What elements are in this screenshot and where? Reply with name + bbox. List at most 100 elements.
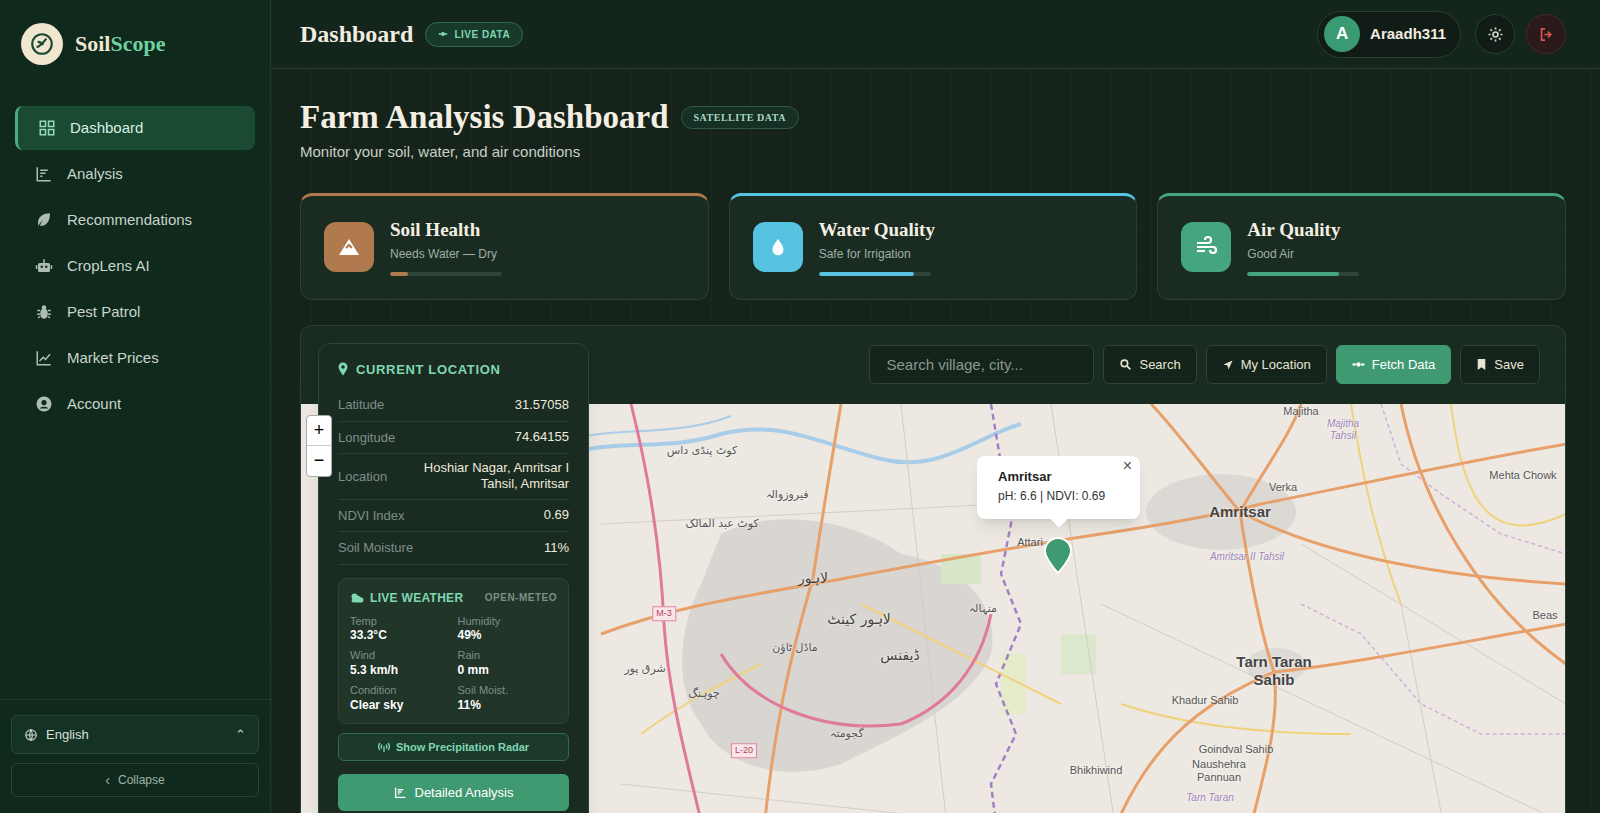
- user-name: Araadh311: [1370, 23, 1446, 46]
- status-card-fill: [819, 272, 914, 276]
- map-label: Majitha: [1283, 405, 1318, 419]
- logout-icon: [1538, 26, 1555, 43]
- location-row-value: 11%: [544, 540, 569, 556]
- leaf-icon: [35, 211, 53, 229]
- map-label: Naushehra Pannuan: [1183, 758, 1255, 786]
- page-title: Farm Analysis Dashboard: [300, 97, 669, 137]
- map-label: L-20: [731, 743, 757, 759]
- language-label: English: [46, 725, 227, 745]
- detailed-analysis-button[interactable]: Detailed Analysis: [338, 774, 569, 811]
- weather-item-label: Rain: [458, 649, 558, 663]
- sidebar-item[interactable]: Pest Patrol: [15, 290, 255, 334]
- zoom-in-button[interactable]: +: [307, 416, 331, 446]
- toolbar-button[interactable]: My Location: [1206, 345, 1327, 384]
- toolbar-button-label: My Location: [1241, 355, 1311, 375]
- map-label: کوٹ عبد المالک: [685, 515, 758, 532]
- sidebar-item[interactable]: CropLens AI: [15, 244, 255, 288]
- weather-item-value: Clear sky: [350, 698, 450, 713]
- sidebar-item-label: Account: [67, 393, 121, 416]
- toolbar-button[interactable]: Fetch Data: [1336, 345, 1452, 384]
- sidebar-item-label: Recommendations: [67, 209, 192, 232]
- user-pill[interactable]: A Araadh311: [1317, 11, 1461, 58]
- chevron-up-icon: ⌃: [235, 725, 246, 745]
- weather-item: ConditionClear sky: [350, 684, 450, 713]
- status-card-icon-box: [324, 222, 374, 272]
- weather-item-label: Soil Moist.: [458, 684, 558, 698]
- status-card-fill: [1247, 272, 1339, 276]
- sidebar-item-label: Market Prices: [67, 347, 159, 370]
- status-cards: Soil HealthNeeds Water — DryWater Qualit…: [300, 193, 1566, 300]
- bug-icon: [35, 303, 53, 321]
- sidebar-nav: Dashboard Analysis Recommendations CropLens…: [0, 88, 270, 426]
- status-card-title: Soil Health: [390, 218, 502, 242]
- navigation-icon: [1222, 359, 1234, 371]
- logout-button[interactable]: [1526, 14, 1566, 54]
- map-label: فیروزوالہ: [766, 486, 809, 503]
- gear-icon: [1487, 26, 1504, 43]
- weather-item-value: 5.3 km/h: [350, 663, 450, 678]
- sidebar-item[interactable]: Market Prices: [15, 336, 255, 380]
- satellite-badge: SATELLITE DATA: [681, 106, 799, 129]
- toolbar-button[interactable]: Search: [1103, 345, 1196, 384]
- location-row: Longitude74.64155: [338, 422, 569, 455]
- location-row-value: 31.57058: [515, 397, 569, 413]
- sidebar-item[interactable]: Recommendations: [15, 198, 255, 242]
- language-select[interactable]: English ⌃: [11, 715, 259, 754]
- logo[interactable]: SoilScope: [0, 0, 270, 88]
- toolbar-button[interactable]: Save: [1460, 345, 1540, 384]
- map-label: شرق پور: [624, 660, 665, 677]
- sidebar-item[interactable]: Analysis: [15, 152, 255, 196]
- location-row: Soil Moisture 11%: [338, 532, 569, 565]
- live-badge: LIVE DATA: [425, 22, 523, 47]
- sidebar: SoilScope Dashboard Analysis Recommendatio…: [0, 0, 271, 813]
- settings-button[interactable]: [1475, 14, 1515, 54]
- map-label: Beas: [1532, 609, 1557, 623]
- sidebar-item-label: Pest Patrol: [67, 301, 140, 324]
- page-subtitle: Monitor your soil, water, and air condit…: [300, 141, 1566, 164]
- location-row-value: 0.69: [544, 507, 569, 523]
- map-pin-icon[interactable]: [1043, 537, 1073, 575]
- header-title: Dashboard: [300, 16, 413, 52]
- map-pin-icon: [338, 362, 348, 376]
- user-icon: [35, 395, 53, 413]
- bar-chart-icon: [35, 165, 53, 183]
- collapse-label: Collapse: [118, 771, 165, 789]
- zoom-out-button[interactable]: −: [307, 446, 331, 476]
- location-row-label: Location: [338, 467, 387, 487]
- status-card-icon-box: [753, 222, 803, 272]
- analysis-icon: [394, 786, 407, 799]
- detailed-analysis-label: Detailed Analysis: [415, 783, 514, 803]
- status-card-track: [819, 272, 931, 276]
- satellite-icon: [438, 29, 448, 39]
- sidebar-item-label: Dashboard: [70, 117, 143, 140]
- grid-icon: [38, 119, 56, 137]
- weather-item-value: 49%: [458, 628, 558, 643]
- weather-item-label: Humidity: [458, 615, 558, 629]
- weather-item: Wind5.3 km/h: [350, 649, 450, 678]
- collapse-button[interactable]: ‹ Collapse: [11, 763, 259, 797]
- radar-button[interactable]: Show Precipitation Radar: [338, 733, 569, 761]
- status-card[interactable]: Air QualityGood Air: [1157, 193, 1566, 300]
- popup-title: Amritsar: [998, 469, 1119, 485]
- location-row: NDVI Index0.69: [338, 500, 569, 533]
- weather-source: OPEN-METEO: [485, 590, 557, 605]
- zoom-control: +−: [306, 415, 332, 477]
- popup-close-button[interactable]: ×: [1123, 458, 1132, 474]
- map-label: گجومتہ: [830, 725, 863, 742]
- weather-item-label: Temp: [350, 615, 450, 629]
- status-card[interactable]: Water QualitySafe for Irrigation: [729, 193, 1138, 300]
- line-chart-icon: [35, 349, 53, 367]
- weather-item-value: 11%: [458, 698, 558, 713]
- status-card-status: Good Air: [1247, 245, 1359, 263]
- status-card[interactable]: Soil HealthNeeds Water — Dry: [300, 193, 709, 300]
- map-panel: Search My Location Fetch DataSave: [300, 325, 1566, 813]
- location-row-value: Hoshiar Nagar, Amritsar I Tahsil, Amrits…: [409, 460, 569, 493]
- location-row: Location Hoshiar Nagar, Amritsar I Tahsil…: [338, 454, 569, 500]
- location-row-label: Soil Moisture: [338, 538, 413, 558]
- map-label: Bhikhiwind: [1070, 764, 1123, 778]
- map-label: Verka: [1269, 481, 1297, 495]
- sidebar-item[interactable]: Account: [15, 382, 255, 426]
- search-input[interactable]: [869, 345, 1094, 384]
- sidebar-item[interactable]: Dashboard: [15, 106, 255, 150]
- robot-icon: [35, 257, 53, 275]
